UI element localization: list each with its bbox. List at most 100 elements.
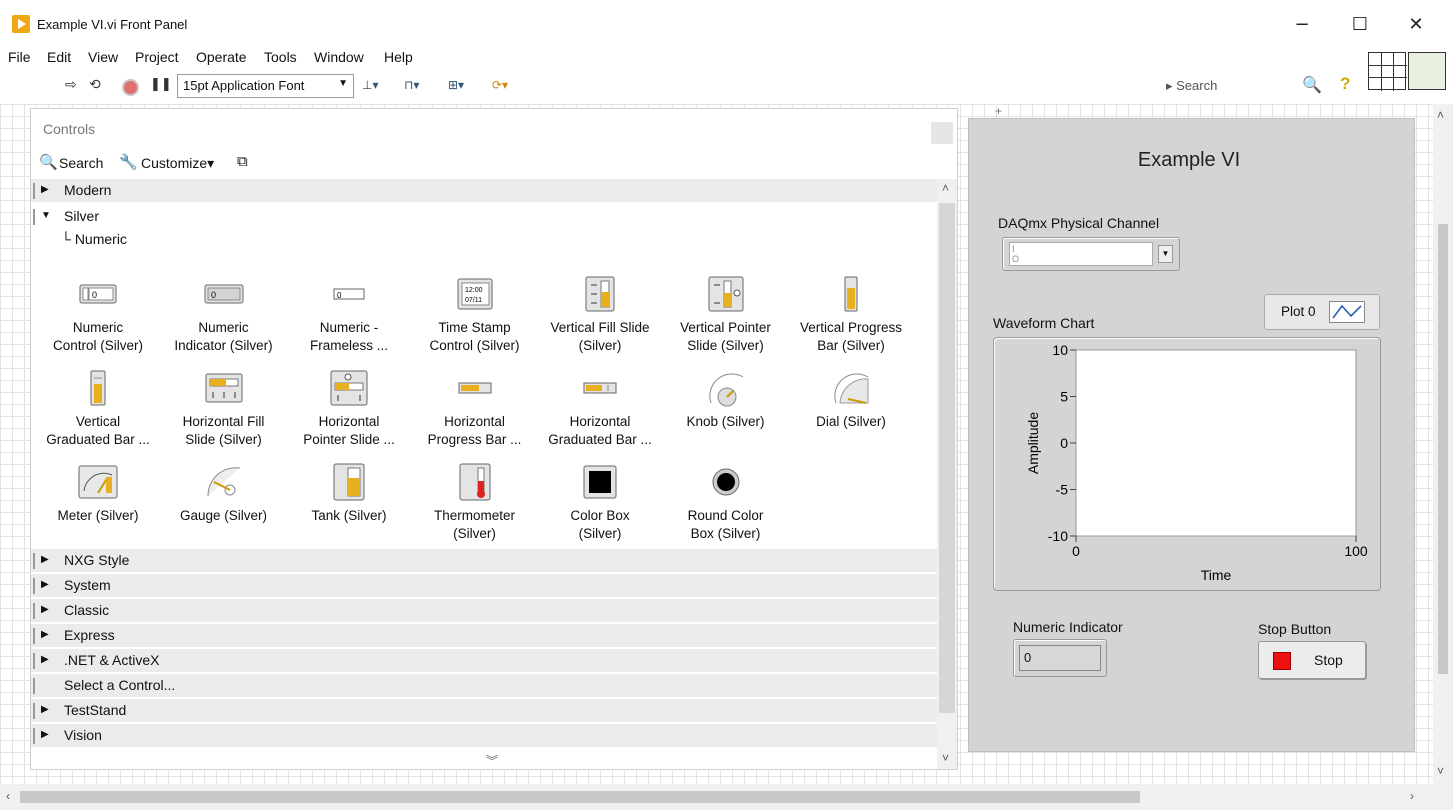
palette-scrollbar[interactable]: ˄ ˅ xyxy=(937,179,957,769)
horizontal-scrollbar[interactable]: ‹ › xyxy=(0,784,1453,810)
category-system[interactable]: ▶ System xyxy=(31,574,937,598)
palette-item-label: Progress Bar ... xyxy=(427,432,522,447)
scroll-down-icon[interactable]: ˅ xyxy=(942,751,949,765)
svg-text:0: 0 xyxy=(92,290,97,300)
menu-tools[interactable]: Tools xyxy=(264,49,297,65)
palette-item-label: Control (Silver) xyxy=(429,338,520,353)
vi-icon[interactable] xyxy=(1408,52,1446,90)
channel-dropdown-button[interactable]: ▼ xyxy=(1158,245,1173,263)
resize-objects-icon[interactable]: ⊞▾ xyxy=(448,78,464,92)
thermometer-icon xyxy=(412,463,538,501)
palette-item-knob[interactable]: Knob (Silver) xyxy=(663,369,789,431)
menu-file[interactable]: File xyxy=(8,49,31,65)
connector-pane-icon[interactable] xyxy=(1368,52,1407,91)
palette-item-meter[interactable]: Meter (Silver) xyxy=(35,463,161,525)
daqmx-channel-control[interactable]: IO ▼ xyxy=(1002,237,1180,271)
scroll-down-icon[interactable]: ˅ xyxy=(1437,764,1444,778)
menu-help[interactable]: Help xyxy=(384,49,413,65)
palette-item-horizontal-progress-bar[interactable]: Horizontal Progress Bar ... xyxy=(412,369,538,449)
category-teststand[interactable]: ▶ TestStand xyxy=(31,699,937,723)
reorder-icon[interactable]: ⟳▾ xyxy=(492,78,508,92)
vertical-fill-slide-icon xyxy=(537,275,663,313)
vertical-scroll-thumb[interactable] xyxy=(1438,224,1448,674)
category-dotnet-activex[interactable]: ▶ .NET & ActiveX xyxy=(31,649,937,673)
palette-item-vertical-progress-bar[interactable]: Vertical Progress Bar (Silver) xyxy=(788,275,914,355)
palette-item-vertical-graduated-bar[interactable]: Vertical Graduated Bar ... xyxy=(35,369,161,449)
menu-operate[interactable]: Operate xyxy=(196,49,247,65)
align-objects-icon[interactable]: ⊥▾ xyxy=(362,78,378,92)
waveform-chart[interactable]: 10 5 0 -5 -10 0 100 Time Amplitude xyxy=(993,337,1381,591)
horizontal-scroll-thumb[interactable] xyxy=(20,791,1140,803)
scroll-up-icon[interactable]: ˄ xyxy=(1437,108,1444,122)
abort-icon[interactable] xyxy=(122,79,139,96)
expand-triangle-icon: ▶ xyxy=(41,604,49,615)
palette-item-label: Numeric xyxy=(72,320,124,335)
dial-icon xyxy=(788,369,914,407)
palette-customize-button[interactable]: Customize▾ xyxy=(141,155,214,172)
wrench-icon[interactable]: 🔧 xyxy=(119,153,138,171)
palette-item-gauge[interactable]: Gauge (Silver) xyxy=(161,463,287,525)
palette-item-round-color-box[interactable]: Round Color Box (Silver) xyxy=(663,463,789,543)
vertical-scrollbar[interactable]: ˄ ˅ xyxy=(1433,104,1453,784)
daqmx-channel-field[interactable]: IO xyxy=(1009,242,1153,266)
palette-item-tank[interactable]: Tank (Silver) xyxy=(286,463,412,525)
menu-window[interactable]: Window xyxy=(314,49,364,65)
horizontal-progress-bar-icon xyxy=(412,369,538,407)
palette-item-numeric-indicator[interactable]: 0 Numeric Indicator (Silver) xyxy=(161,275,287,355)
palette-item-numeric-frameless[interactable]: 0 Numeric - Frameless ... xyxy=(286,275,412,355)
palette-item-thermometer[interactable]: Thermometer (Silver) xyxy=(412,463,538,543)
meter-icon xyxy=(35,463,161,501)
palette-item-dial[interactable]: Dial (Silver) xyxy=(788,369,914,431)
run-arrow-icon[interactable]: ⇨ xyxy=(65,77,77,97)
scroll-up-icon[interactable]: ˄ xyxy=(942,181,949,195)
palette-item-numeric-control[interactable]: 0 Numeric Control (Silver) xyxy=(35,275,161,355)
palette-search-button[interactable]: Search xyxy=(59,155,103,171)
vertical-pointer-slide-icon xyxy=(663,275,789,313)
run-continuously-icon[interactable]: ⟲ xyxy=(89,77,101,97)
palette-item-vertical-pointer-slide[interactable]: Vertical Pointer Slide (Silver) xyxy=(663,275,789,355)
maximize-button[interactable]: ☐ xyxy=(1342,10,1378,40)
category-express[interactable]: ▶ Express xyxy=(31,624,937,648)
horizontal-pointer-slide-icon xyxy=(286,369,412,407)
palette-item-color-box[interactable]: Color Box (Silver) xyxy=(537,463,663,543)
close-button[interactable]: ✕ xyxy=(1398,10,1434,40)
plot-line-swatch-icon[interactable] xyxy=(1329,301,1365,323)
chevron-down-icon: ▼ xyxy=(338,78,348,89)
scroll-left-icon[interactable]: ‹ xyxy=(6,789,10,803)
category-silver[interactable]: ▼ Silver xyxy=(31,205,937,231)
category-modern[interactable]: ▶ Modern xyxy=(31,179,937,203)
category-classic[interactable]: ▶ Classic xyxy=(31,599,937,623)
search-icon[interactable]: 🔍 xyxy=(1302,75,1322,95)
palette-item-label: Thermometer xyxy=(433,508,516,523)
plot-legend[interactable]: Plot 0 xyxy=(1264,294,1380,330)
palette-item-horizontal-graduated-bar[interactable]: Horizontal Graduated Bar ... xyxy=(537,369,663,449)
menu-project[interactable]: Project xyxy=(135,49,179,65)
scroll-right-icon[interactable]: › xyxy=(1410,789,1414,803)
search-placeholder: Search xyxy=(1176,78,1218,93)
minimize-button[interactable]: − xyxy=(1284,10,1320,40)
palette-item-time-stamp[interactable]: 12:00 07/11 Time Stamp Control (Silver) xyxy=(412,275,538,355)
pause-icon[interactable]: ❚❚ xyxy=(150,77,172,97)
distribute-objects-icon[interactable]: ⊓▾ xyxy=(404,78,419,92)
menu-view[interactable]: View xyxy=(88,49,118,65)
palette-view-icon[interactable]: ⧉ xyxy=(237,153,248,170)
category-nxg-style[interactable]: ▶ NXG Style xyxy=(31,549,937,573)
knob-icon xyxy=(663,369,789,407)
palette-close-button[interactable] xyxy=(931,122,953,144)
category-vision[interactable]: ▶ Vision xyxy=(31,724,937,748)
palette-item-horizontal-fill-slide[interactable]: Horizontal Fill Slide (Silver) xyxy=(161,369,287,449)
palette-item-vertical-fill-slide[interactable]: Vertical Fill Slide (Silver) xyxy=(537,275,663,355)
subcategory-numeric[interactable]: └ Numeric xyxy=(61,231,127,247)
stop-button[interactable]: Stop xyxy=(1258,641,1366,679)
search-icon[interactable]: 🔍 xyxy=(39,153,58,171)
palette-item-label: Vertical Fill Slide xyxy=(550,320,650,335)
help-icon[interactable]: ? xyxy=(1340,74,1350,94)
palette-scroll-thumb[interactable] xyxy=(939,203,955,713)
menu-edit[interactable]: Edit xyxy=(47,49,71,65)
round-color-box-icon xyxy=(663,463,789,501)
font-select[interactable]: 15pt Application Font ▼ xyxy=(177,74,354,98)
select-a-control[interactable]: Select a Control... xyxy=(31,674,937,698)
more-items-chevron-icon[interactable]: ︾ xyxy=(486,752,498,769)
palette-item-label: Graduated Bar ... xyxy=(548,432,652,447)
palette-item-horizontal-pointer-slide[interactable]: Horizontal Pointer Slide ... xyxy=(286,369,412,449)
